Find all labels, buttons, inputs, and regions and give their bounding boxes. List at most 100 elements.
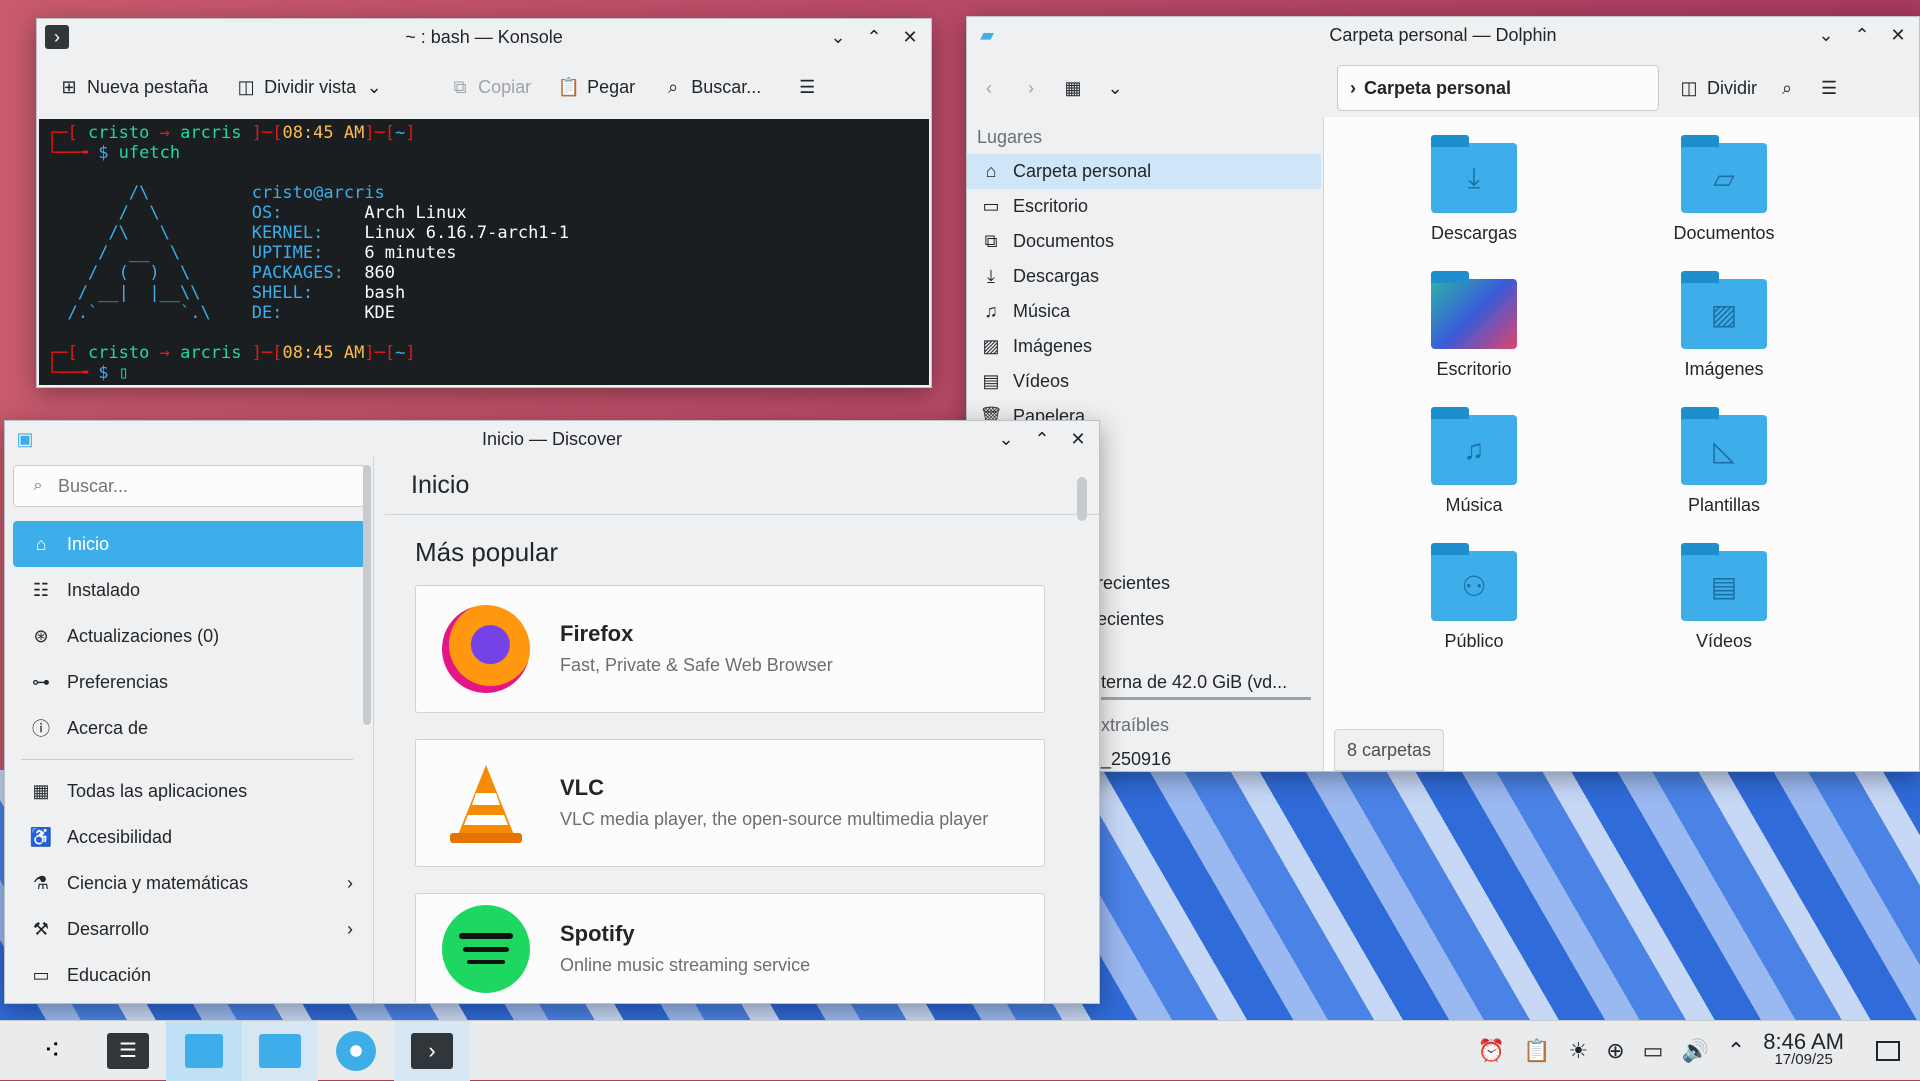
search-button[interactable]: ⌕ Buscar... [661, 75, 761, 99]
dolphin-title: Carpeta personal — Dolphin [1329, 24, 1557, 45]
dolphin-task-icon [259, 1033, 301, 1068]
category-all-apps[interactable]: ▦ Todas las aplicaciones [13, 768, 365, 814]
maximize-button[interactable]: ⌃ [1851, 24, 1873, 46]
back-icon[interactable]: ‹ [977, 76, 1001, 100]
place-desktop[interactable]: ▭ Escritorio [967, 189, 1321, 224]
place-home[interactable]: ⌂ Carpeta personal [967, 154, 1321, 189]
file-view[interactable]: ⤓ Descargas ▱ Documentos Escritorio ▨ Imáge… [1323, 117, 1919, 771]
copy-button[interactable]: ⧉ Copiar [448, 75, 531, 99]
nav-settings[interactable]: ⊶ Preferencias [13, 659, 365, 705]
search-icon[interactable]: ⌕ [1775, 76, 1799, 100]
place-downloads[interactable]: ⤓ Descargas [967, 259, 1321, 294]
chevron-down-icon: ⌄ [366, 76, 382, 97]
app-card-spotify[interactable]: Spotify Online music streaming service [415, 893, 1045, 1003]
folder-imagenes[interactable]: ▨ Imágenes [1634, 271, 1814, 380]
removable-device-partial[interactable]: _250916 [1101, 749, 1171, 770]
folder-musica[interactable]: ♫ Música [1384, 407, 1564, 516]
minimize-button[interactable]: ⌄ [1815, 24, 1837, 46]
sidebar-scrollbar[interactable] [363, 465, 371, 725]
section-title: Más popular [415, 537, 559, 567]
dolphin-titlebar[interactable]: ▰ Carpeta personal — Dolphin ⌄ ⌃ ✕ [967, 17, 1919, 53]
hamburger-menu-icon[interactable]: ☰ [1817, 76, 1841, 100]
recent-files-partial[interactable]: recientes [1097, 573, 1170, 594]
place-pictures[interactable]: ▨ Imágenes [967, 329, 1321, 364]
close-button[interactable]: ✕ [1887, 24, 1909, 46]
split-view-button[interactable]: ◫ Dividir vista ⌄ [234, 75, 386, 99]
nav-about[interactable]: ⓘ Acerca de [13, 705, 365, 751]
view-mode-icon[interactable]: ▦ [1061, 76, 1085, 100]
close-button[interactable]: ✕ [1067, 428, 1089, 450]
place-music[interactable]: ♫ Música [967, 294, 1321, 329]
folder-videos[interactable]: ▤ Vídeos [1634, 543, 1814, 652]
notifications-icon[interactable]: ⏰ [1478, 1038, 1505, 1064]
show-desktop-icon[interactable] [1876, 1040, 1900, 1061]
paste-button[interactable]: 📋 Pegar [557, 75, 635, 99]
search-field[interactable]: ⌕ [13, 465, 365, 507]
system-settings-task[interactable]: ☰ [90, 1021, 166, 1081]
discover-title: Inicio — Discover [481, 428, 623, 449]
education-icon: ▭ [32, 964, 50, 985]
category-accessibility[interactable]: ♿ Accesibilidad [13, 814, 365, 860]
display-icon[interactable]: ▭ [1643, 1038, 1664, 1064]
clock[interactable]: 8:46 AM 17/09/25 [1763, 1030, 1844, 1069]
accessibility-icon: ♿ [29, 826, 53, 847]
maximize-button[interactable]: ⌃ [863, 26, 885, 48]
nav-home[interactable]: ⌂ Inicio [13, 521, 365, 567]
places-header: Lugares [977, 127, 1043, 147]
konsole-titlebar[interactable]: › ~ : bash — Konsole ⌄ ⌃ ✕ [37, 19, 931, 55]
folder-descargas[interactable]: ⤓ Descargas [1384, 135, 1564, 244]
folder-publico[interactable]: ⚇ Público [1384, 543, 1564, 652]
close-button[interactable]: ✕ [899, 26, 921, 48]
home-icon: ⌂ [985, 161, 997, 181]
minimize-button[interactable]: ⌄ [995, 428, 1017, 450]
breadcrumb[interactable]: › Carpeta personal [1337, 65, 1659, 111]
video-icon: ▤ [982, 371, 1000, 391]
folder-documentos[interactable]: ▱ Documentos [1634, 135, 1814, 244]
nav-installed[interactable]: ☷ Instalado [13, 567, 365, 613]
app-launcher-icon[interactable]: ⁖ [14, 1021, 90, 1081]
main-scrollbar[interactable] [1077, 477, 1087, 521]
nav-updates[interactable]: ⊛ Actualizaciones (0) [13, 613, 365, 659]
copy-icon: ⧉ [453, 76, 467, 97]
brightness-icon[interactable]: ☀ [1568, 1038, 1588, 1064]
installed-icon: ☷ [32, 579, 50, 600]
grid-icon: ▦ [32, 780, 50, 801]
volume-icon[interactable]: 🔊 [1681, 1038, 1708, 1064]
hamburger-menu-icon[interactable]: ☰ [795, 75, 819, 99]
dolphin-task[interactable] [242, 1020, 318, 1081]
templates-folder-icon: ◺ [1681, 407, 1767, 485]
image-folder-icon: ▨ [1681, 271, 1767, 349]
clipboard-icon[interactable]: 📋 [1523, 1038, 1550, 1064]
split-button[interactable]: ◫ Dividir [1677, 76, 1757, 100]
terminal-icon: › [411, 1032, 453, 1069]
split-icon: ◫ [237, 76, 255, 97]
place-documents[interactable]: ⧉ Documentos [967, 224, 1321, 259]
split-icon: ◫ [1680, 77, 1698, 98]
network-icon[interactable]: ⊕ [1606, 1038, 1624, 1064]
app-card-vlc[interactable]: VLC VLC media player, the open-source mul… [415, 739, 1045, 867]
minimize-button[interactable]: ⌄ [827, 26, 849, 48]
app-card-firefox[interactable]: Firefox Fast, Private & Safe Web Browser [415, 585, 1045, 713]
category-science[interactable]: ⚗ Ciencia y matemáticas › [13, 860, 365, 906]
forward-icon[interactable]: › [1019, 76, 1043, 100]
discover-task[interactable] [166, 1020, 242, 1081]
category-education[interactable]: ▭ Educación [13, 952, 365, 998]
music-icon: ♫ [984, 301, 998, 321]
terminal-icon: › [45, 25, 69, 49]
browser-task[interactable] [318, 1021, 394, 1081]
folder-escritorio[interactable]: Escritorio [1384, 271, 1564, 380]
category-development[interactable]: ⚒ Desarrollo › [13, 906, 365, 952]
search-input[interactable] [58, 475, 338, 497]
recent-locations-partial[interactable]: ecientes [1097, 609, 1164, 630]
new-tab-button[interactable]: ⊞ Nueva pestaña [57, 75, 208, 99]
discover-titlebar[interactable]: ▣ Inicio — Discover ⌄ ⌃ ✕ [5, 421, 1099, 457]
chevron-up-icon[interactable]: ⌃ [1727, 1038, 1745, 1064]
chevron-down-icon[interactable]: ⌄ [1103, 76, 1127, 100]
folder-plantillas[interactable]: ◺ Plantillas [1634, 407, 1814, 516]
konsole-task[interactable]: › [394, 1020, 470, 1081]
internal-disk-partial[interactable]: terna de 42.0 GiB (vd... [1101, 672, 1311, 700]
divider [21, 759, 353, 760]
place-videos[interactable]: ▤ Vídeos [967, 364, 1321, 399]
terminal-output[interactable]: ┌─[ cristo → arcris ]─[08:45 AM]─[~] └──… [39, 119, 929, 385]
maximize-button[interactable]: ⌃ [1031, 428, 1053, 450]
